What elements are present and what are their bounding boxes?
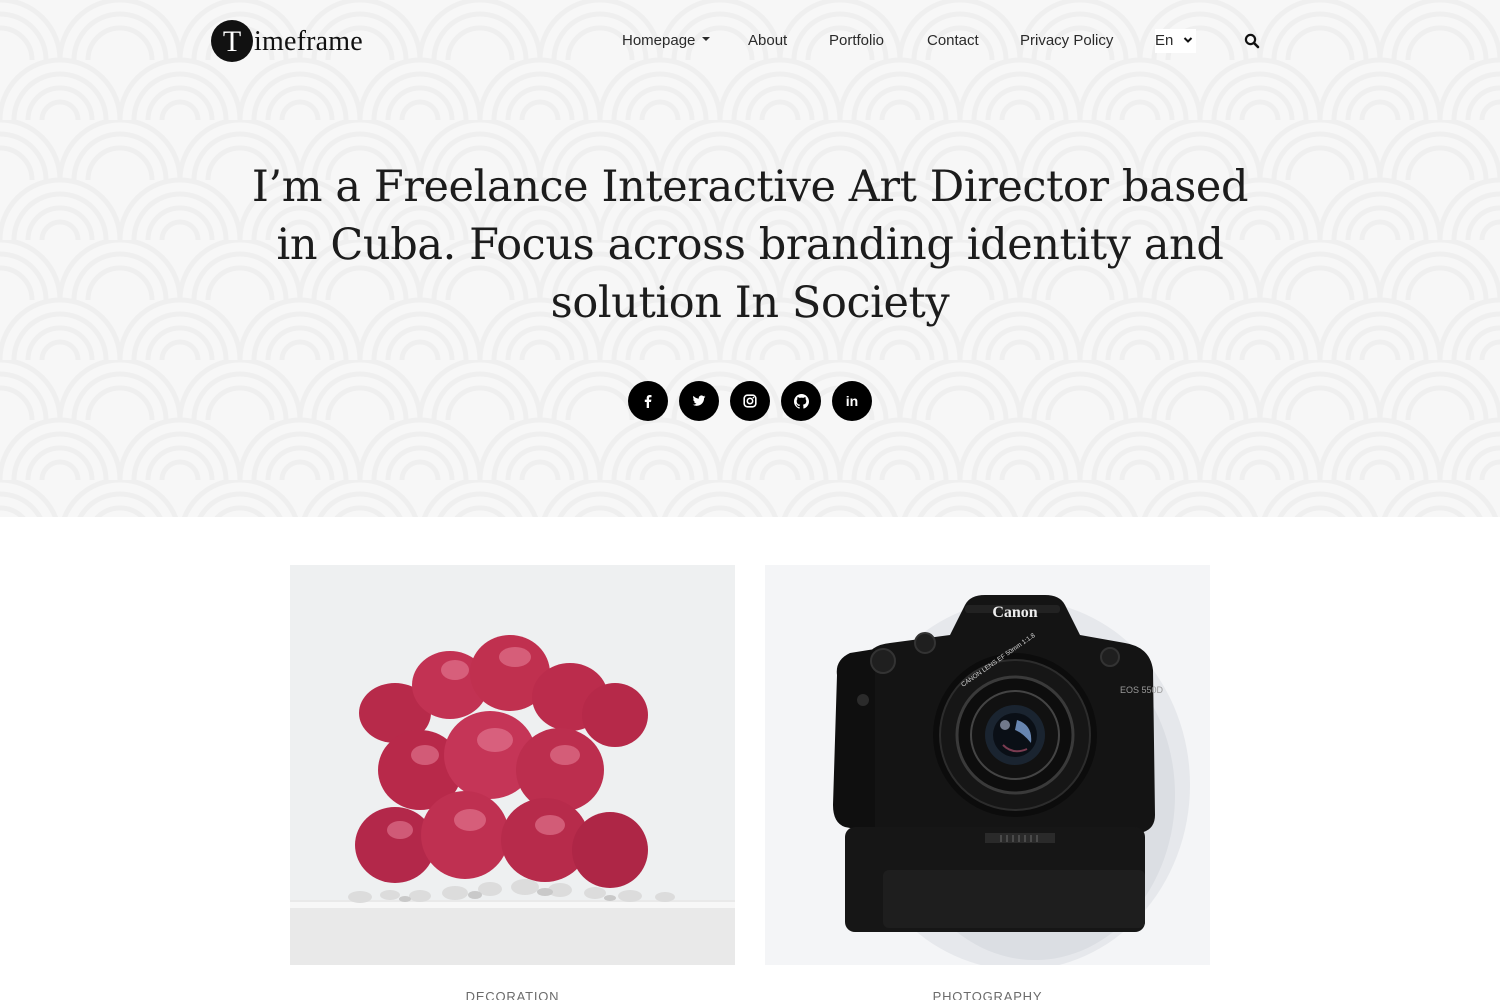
hero-title: I’m a Freelance Interactive Art Director… — [251, 162, 1249, 328]
nav-item-label: Privacy Policy — [1020, 32, 1114, 49]
nav-item-label: Portfolio — [829, 32, 885, 49]
card-category[interactable]: DECORATION — [290, 989, 735, 1000]
nav-item-label: About — [748, 32, 788, 49]
caret-down-icon — [702, 37, 711, 42]
chevron-down-icon — [1183, 37, 1192, 43]
twitter-icon — [692, 395, 706, 406]
github-link[interactable] — [781, 381, 821, 421]
instagram-icon — [743, 394, 757, 408]
card-category[interactable]: PHOTOGRAPHY — [765, 989, 1210, 1000]
nav-item-privacy-policy[interactable]: Privacy Policy — [1020, 29, 1113, 53]
instagram-link[interactable] — [730, 381, 770, 421]
facebook-link[interactable] — [628, 381, 668, 421]
search-icon[interactable] — [1243, 32, 1261, 50]
nav-item-homepage[interactable]: Homepage — [622, 29, 711, 53]
camera-image[interactable]: Canon EOS 550D CANON LENS EF 50mm 1:1.8 — [765, 565, 1210, 965]
linkedin-icon: in — [845, 393, 859, 409]
facebook-icon — [644, 395, 652, 408]
language-label: En — [1155, 32, 1174, 49]
twitter-link[interactable] — [679, 381, 719, 421]
portfolio-card-photography[interactable]: Canon EOS 550D CANON LENS EF 50mm 1:1.8 … — [765, 565, 1210, 1000]
nav-item-portfolio[interactable]: Portfolio — [829, 29, 884, 53]
logo-text: imeframe — [254, 26, 363, 57]
nav-item-label: Contact — [927, 32, 979, 49]
nav-item-about[interactable]: About — [748, 29, 787, 53]
site-logo[interactable]: T imeframe — [211, 19, 363, 63]
linkedin-link[interactable]: in — [832, 381, 872, 421]
nav-item-contact[interactable]: Contact — [927, 29, 979, 53]
camera-model-text: EOS 550D — [1120, 685, 1164, 695]
nav-item-label: Homepage — [622, 32, 696, 49]
portfolio-card-decoration[interactable]: DECORATION — [290, 565, 735, 1000]
language-select[interactable]: En — [1155, 29, 1196, 53]
hero-section: T imeframe Homepage About Portfolio Cont… — [0, 0, 1500, 517]
cactus-image[interactable] — [290, 565, 735, 965]
camera-brand-text: Canon — [992, 604, 1037, 621]
github-icon — [793, 393, 809, 409]
logo-mark: T — [211, 20, 253, 62]
